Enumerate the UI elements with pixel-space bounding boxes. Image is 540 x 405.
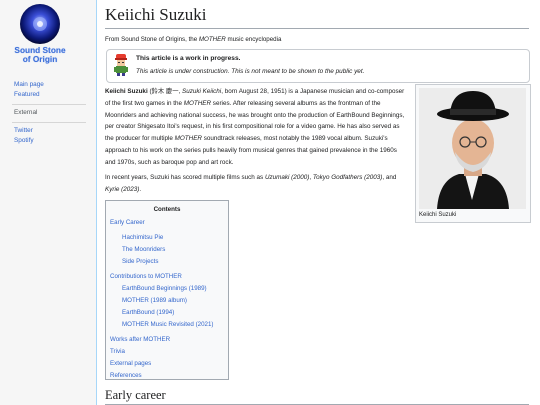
sidebar-item-main-page[interactable]: Main page (14, 80, 92, 90)
sidebar-heading-external: External (14, 109, 38, 116)
sidebar-item-twitter[interactable]: Twitter (14, 126, 92, 136)
sidebar-nav: Main page Featured External Twitter Spot… (12, 80, 92, 146)
infobox: Keiichi Suzuki (415, 84, 531, 223)
main-content: Keiichi Suzuki From Sound Stone of Origi… (96, 0, 540, 405)
infobox-caption: Keiichi Suzuki (419, 212, 457, 218)
toc-item-mother-album[interactable]: MOTHER (1989 album) (106, 295, 228, 307)
toc-list: Early Career Hachimitsu Pie The Moonride… (106, 217, 228, 382)
section-heading-early-career: Early career (105, 388, 529, 405)
notice-body: This article is under construction. This… (136, 68, 365, 75)
sidebar: Sound Stone of Origin Main page Featured… (0, 0, 96, 405)
stone-logo-icon (20, 4, 60, 44)
toc-item-contributions[interactable]: Contributions to MOTHER (106, 271, 228, 283)
sidebar-divider (12, 104, 86, 105)
logo-title: Sound Stone of Origin (14, 45, 66, 64)
films-paragraph: In recent years, Suzuki has scored multi… (105, 174, 397, 193)
page-title: Keiichi Suzuki (105, 5, 529, 29)
sidebar-item-featured[interactable]: Featured (14, 90, 92, 100)
wip-notice: This article is a work in progress. This… (106, 49, 530, 83)
construction-worker-icon (114, 54, 128, 76)
page-tagline: From Sound Stone of Origins, the MOTHER … (105, 36, 282, 43)
toc-item-references[interactable]: References (106, 370, 228, 382)
subject-name: Keiichi Suzuki (105, 88, 148, 95)
intro-paragraph: Keiichi Suzuki (鈴木 慶一, Suzuki Keiichi, b… (105, 88, 405, 166)
toc-item-hachimitsu-pie[interactable]: Hachimitsu Pie (106, 232, 228, 244)
notice-title: This article is a work in progress. (136, 55, 241, 62)
toc-item-early-career[interactable]: Early Career (106, 217, 228, 229)
toc-item-works-after[interactable]: Works after MOTHER (106, 334, 228, 346)
toc-item-earthbound[interactable]: EarthBound (1994) (106, 307, 228, 319)
toc-item-side-projects[interactable]: Side Projects (106, 256, 228, 268)
sidebar-divider (12, 122, 86, 123)
portrait-illustration (419, 88, 526, 209)
sidebar-item-spotify[interactable]: Spotify (14, 136, 92, 146)
portrait-image[interactable] (419, 88, 526, 209)
toc-item-external-pages[interactable]: External pages (106, 358, 228, 370)
table-of-contents: Contents Early Career Hachimitsu Pie The… (105, 200, 229, 380)
toc-item-trivia[interactable]: Trivia (106, 346, 228, 358)
toc-item-earthbound-beginnings[interactable]: EarthBound Beginnings (1989) (106, 283, 228, 295)
toc-item-the-moonriders[interactable]: The Moonriders (106, 244, 228, 256)
site-logo[interactable]: Sound Stone of Origin (8, 3, 72, 64)
toc-item-music-revisited[interactable]: MOTHER Music Revisited (2021) (106, 319, 228, 331)
toc-title: Contents (153, 206, 181, 213)
